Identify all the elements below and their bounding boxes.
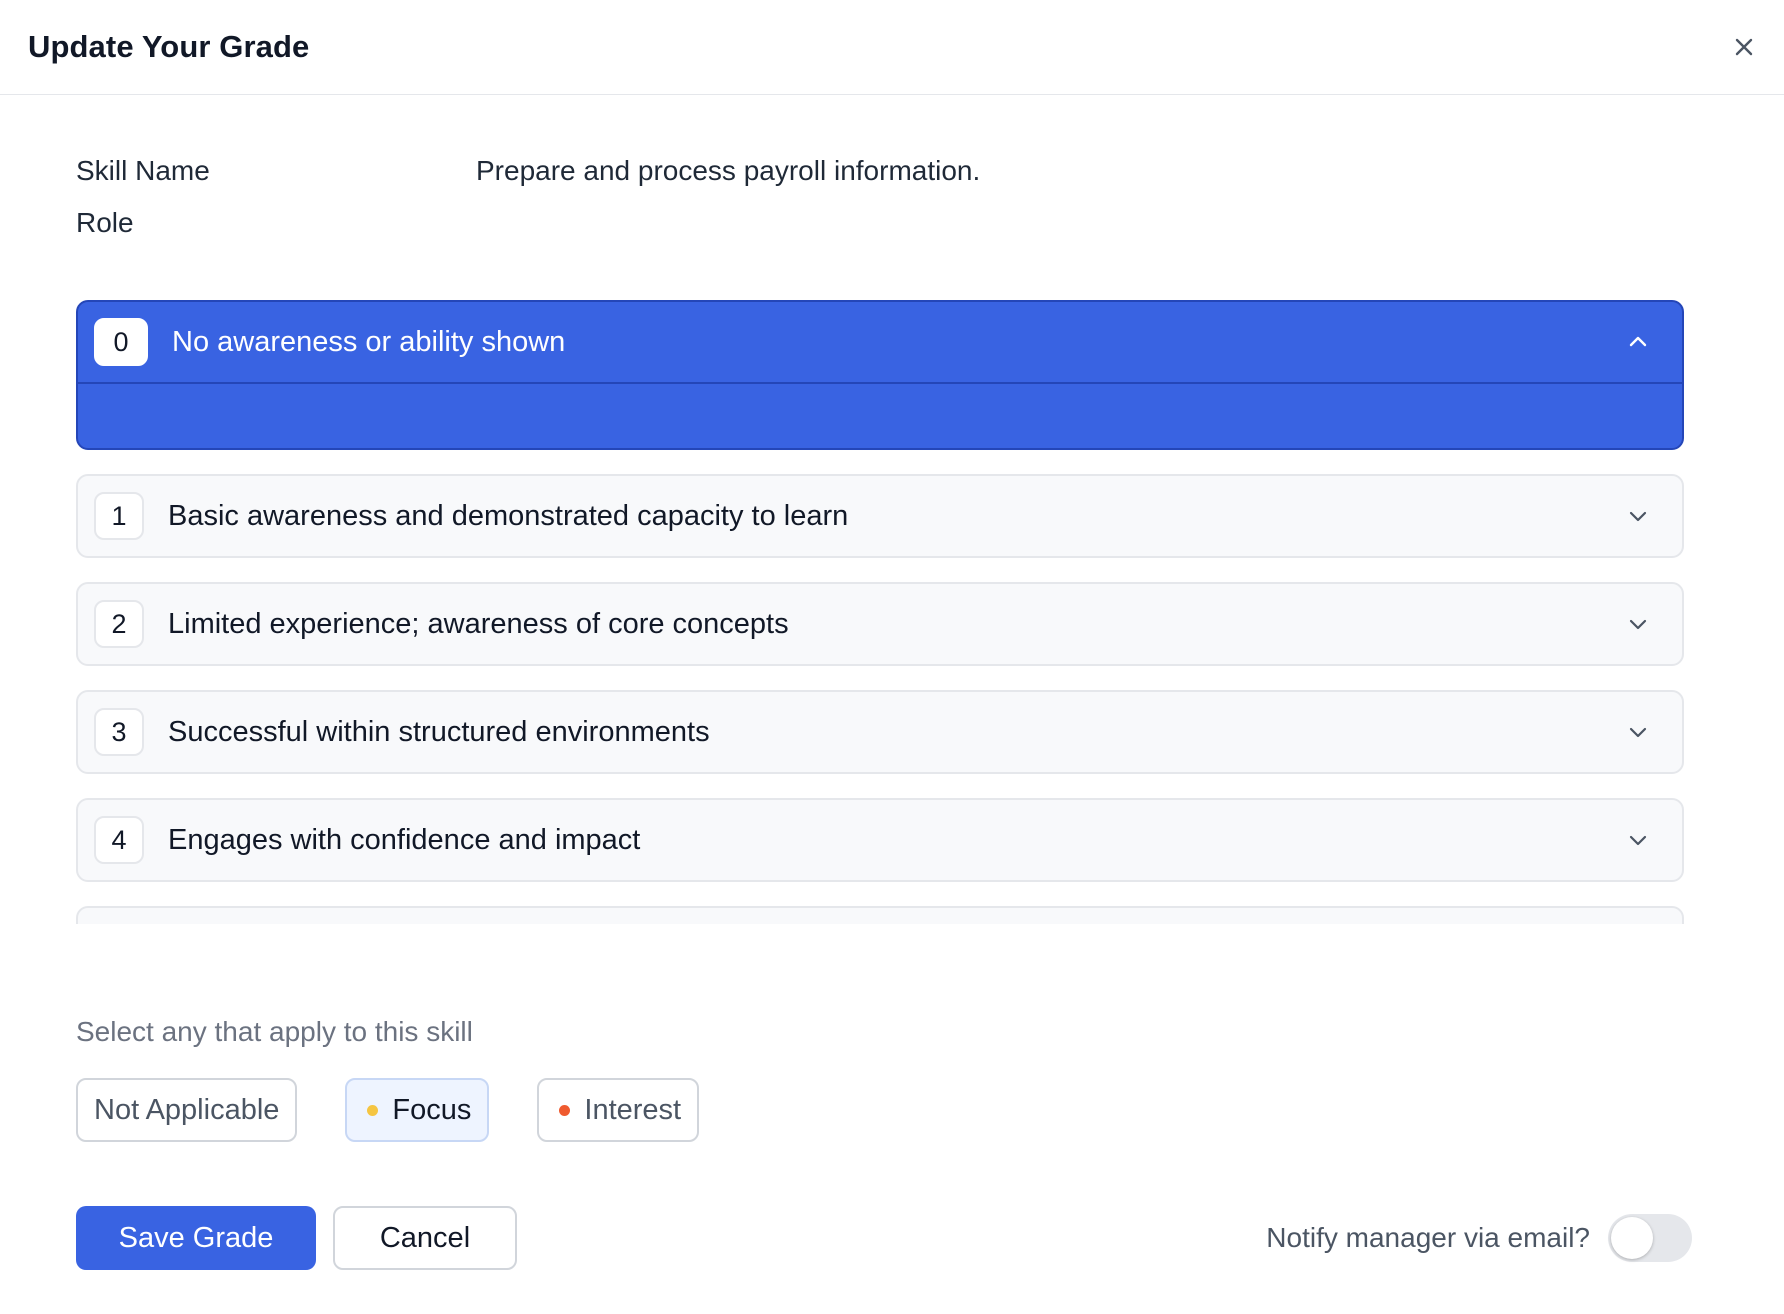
collapse-toggle[interactable] bbox=[1618, 322, 1658, 362]
role-row: Role bbox=[76, 197, 1676, 249]
interest-dot-icon bbox=[559, 1104, 571, 1116]
grade-level-label: Successful within structured environment… bbox=[168, 715, 710, 748]
tag-not-applicable[interactable]: Not Applicable bbox=[76, 1078, 298, 1142]
dialog-header: Update Your Grade bbox=[0, 0, 1784, 95]
notify-toggle[interactable] bbox=[1608, 1214, 1692, 1262]
grade-level-3[interactable]: 3 Successful within structured environme… bbox=[76, 690, 1684, 774]
close-button[interactable] bbox=[1724, 27, 1764, 67]
focus-dot-icon bbox=[367, 1104, 379, 1116]
tag-label: Not Applicable bbox=[94, 1093, 280, 1126]
tags-title: Select any that apply to this skill bbox=[76, 1016, 473, 1047]
dialog-footer: Save Grade Cancel Notify manager via ema… bbox=[76, 1206, 1692, 1270]
chevron-down-icon bbox=[1629, 835, 1647, 846]
notify-manager: Notify manager via email? bbox=[1266, 1214, 1692, 1262]
skill-name-label: Skill Name bbox=[76, 155, 210, 186]
grade-level-number: 4 bbox=[94, 816, 144, 864]
expand-toggle[interactable] bbox=[1618, 712, 1658, 752]
tag-focus[interactable]: Focus bbox=[345, 1078, 490, 1142]
notify-label: Notify manager via email? bbox=[1266, 1222, 1590, 1253]
chevron-down-icon bbox=[1629, 511, 1647, 522]
grade-level-list: 0 No awareness or ability shown 1 Basic … bbox=[76, 300, 1684, 924]
grade-level-label: Engages with confidence and impact bbox=[168, 823, 641, 856]
grade-level-label: No awareness or ability shown bbox=[172, 325, 566, 358]
grade-level-4[interactable]: 4 Engages with confidence and impact bbox=[76, 798, 1684, 882]
grade-level-label: Basic awareness and demonstrated capacit… bbox=[168, 499, 849, 532]
chevron-down-icon bbox=[1629, 619, 1647, 630]
grade-level-2[interactable]: 2 Limited experience; awareness of core … bbox=[76, 582, 1684, 666]
role-label: Role bbox=[76, 207, 134, 238]
grade-level-partial[interactable] bbox=[76, 906, 1684, 924]
close-icon bbox=[1735, 38, 1753, 56]
skill-name-row: Skill Name Prepare and process payroll i… bbox=[76, 145, 1676, 197]
grade-level-description bbox=[78, 384, 1682, 448]
chevron-up-icon bbox=[1629, 336, 1647, 347]
grade-level-number: 1 bbox=[94, 492, 144, 540]
save-grade-button[interactable]: Save Grade bbox=[76, 1206, 316, 1270]
grade-level-header[interactable]: 0 No awareness or ability shown bbox=[78, 302, 1682, 384]
grade-level-number: 2 bbox=[94, 600, 144, 648]
toggle-knob bbox=[1611, 1217, 1653, 1259]
expand-toggle[interactable] bbox=[1618, 604, 1658, 644]
cancel-button[interactable]: Cancel bbox=[333, 1206, 517, 1270]
grade-level-label: Limited experience; awareness of core co… bbox=[168, 607, 789, 640]
grade-level-1[interactable]: 1 Basic awareness and demonstrated capac… bbox=[76, 474, 1684, 558]
expand-toggle[interactable] bbox=[1618, 496, 1658, 536]
tag-label: Focus bbox=[392, 1093, 472, 1126]
grade-level-number: 0 bbox=[94, 318, 148, 366]
grade-level-0[interactable]: 0 No awareness or ability shown bbox=[76, 300, 1684, 450]
expand-toggle[interactable] bbox=[1618, 820, 1658, 860]
tag-options: Not Applicable Focus Interest bbox=[76, 1078, 700, 1142]
update-grade-dialog: Update Your Grade Skill Name Prepare and… bbox=[0, 0, 1784, 1314]
chevron-down-icon bbox=[1629, 727, 1647, 738]
tag-label: Interest bbox=[584, 1093, 682, 1126]
dialog-title: Update Your Grade bbox=[28, 29, 310, 64]
skill-info: Skill Name Prepare and process payroll i… bbox=[76, 145, 1676, 249]
skill-name-value: Prepare and process payroll information. bbox=[476, 155, 981, 186]
tag-interest[interactable]: Interest bbox=[537, 1078, 700, 1142]
grade-level-number: 3 bbox=[94, 708, 144, 756]
